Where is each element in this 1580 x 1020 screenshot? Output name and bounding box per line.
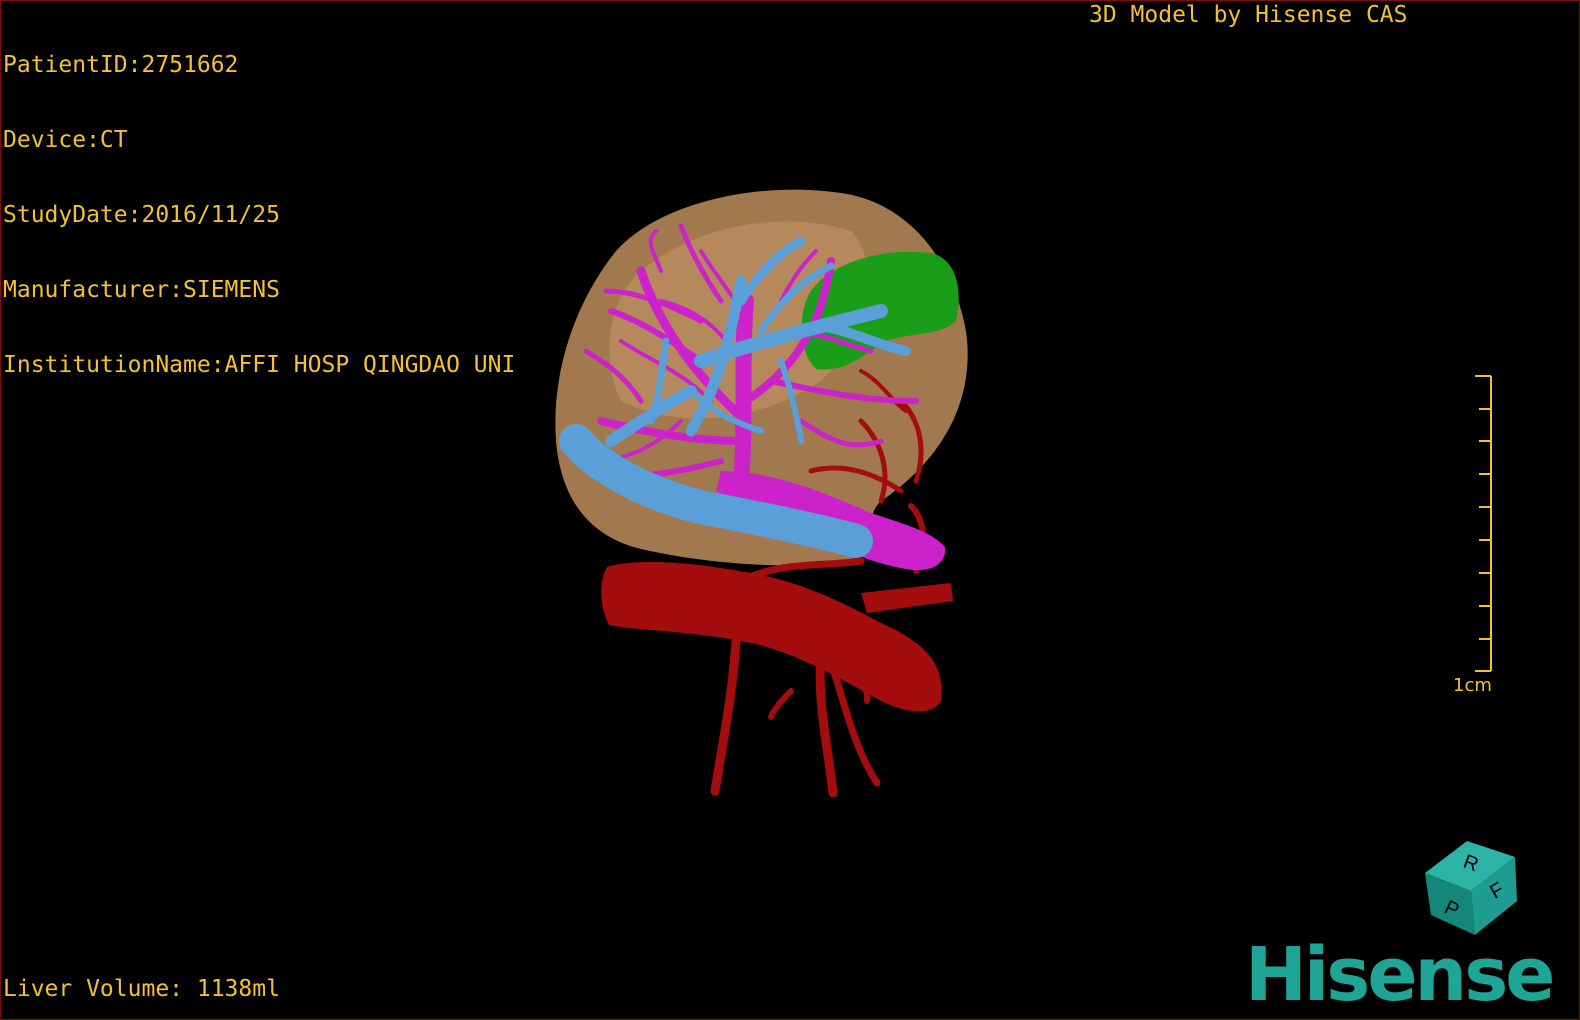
manufacturer: Manufacturer:SIEMENS (3, 277, 280, 303)
aorta (601, 561, 942, 712)
liver-volume: Liver Volume: 1138ml (3, 976, 280, 1002)
model-credit: 3D Model by Hisense CAS (1089, 2, 1408, 28)
artery-branch-right (861, 583, 953, 613)
institution-name: InstitutionName:AFFI HOSP QINGDAO UNI (3, 352, 516, 378)
patient-id: PatientID:2751662 (3, 52, 239, 78)
hisense-logo: Hisense (1245, 932, 1555, 1018)
patient-info: PatientID:2751662 Device:CT StudyDate:20… (3, 3, 515, 428)
3d-viewport[interactable]: PatientID:2751662 Device:CT StudyDate:20… (0, 0, 1580, 1020)
device: Device:CT (3, 127, 128, 153)
study-date: StudyDate:2016/11/25 (3, 202, 280, 228)
scale-bar-label: 1cm (1453, 675, 1492, 696)
